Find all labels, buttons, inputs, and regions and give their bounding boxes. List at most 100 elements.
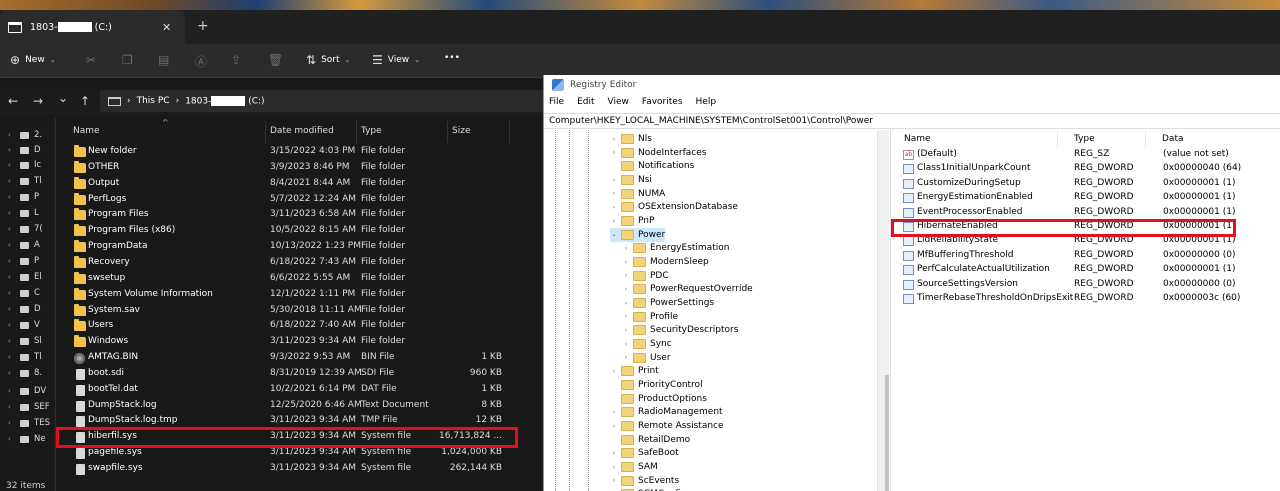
- chevron-right-icon[interactable]: ›: [622, 354, 630, 361]
- chevron-right-icon[interactable]: ›: [622, 313, 630, 320]
- chevron-right-icon[interactable]: ›: [8, 209, 11, 217]
- chevron-right-icon[interactable]: ›: [610, 177, 618, 184]
- chevron-right-icon[interactable]: ›: [610, 409, 618, 416]
- tree-node[interactable]: › Profile: [622, 310, 678, 324]
- back-arrow-icon[interactable]: ←: [8, 94, 18, 108]
- tree-node[interactable]: RetailDemo: [610, 433, 690, 447]
- menu-view[interactable]: View: [608, 97, 629, 111]
- menu-help[interactable]: Help: [696, 97, 717, 111]
- column-header-type[interactable]: Type: [1074, 134, 1095, 144]
- tree-node[interactable]: ProductOptions: [610, 392, 707, 406]
- sidebar-item[interactable]: › V: [8, 320, 40, 330]
- tree-node[interactable]: › OSExtensionDatabase: [610, 200, 738, 214]
- chevron-right-icon[interactable]: ›: [8, 435, 11, 443]
- tree-node[interactable]: › Print: [610, 364, 659, 378]
- chevron-right-icon[interactable]: ›: [8, 193, 11, 201]
- chevron-right-icon[interactable]: ›: [610, 190, 618, 197]
- breadcrumb[interactable]: › This PC › 1803- (C:): [100, 90, 545, 112]
- sidebar-item[interactable]: › Ic: [8, 160, 41, 170]
- chevron-right-icon[interactable]: ›: [8, 177, 11, 185]
- chevron-right-icon[interactable]: ›: [610, 204, 618, 211]
- registry-value-row[interactable]: EnergyEstimationEnabled REG_DWORD 0x000000…: [903, 191, 1280, 205]
- new-tab-button[interactable]: +: [197, 18, 209, 34]
- registry-value-row[interactable]: MfBufferingThreshold REG_DWORD 0x00000000 …: [903, 249, 1280, 263]
- chevron-down-icon[interactable]: ⌄: [610, 231, 618, 238]
- chevron-right-icon[interactable]: ›: [610, 450, 618, 457]
- tree-node[interactable]: › ModernSleep: [622, 255, 709, 269]
- file-row[interactable]: ProgramData 10/13/2022 1:23 PM File folder: [70, 239, 530, 255]
- chevron-right-icon[interactable]: ›: [8, 241, 11, 249]
- close-tab-icon[interactable]: ✕: [162, 21, 171, 34]
- column-divider[interactable]: [447, 121, 448, 143]
- more-options-button[interactable]: •••: [444, 53, 460, 63]
- registry-value-row[interactable]: Class1InitialUnparkCount REG_DWORD 0x00000…: [903, 162, 1280, 176]
- chevron-right-icon[interactable]: ›: [622, 300, 630, 307]
- registry-value-row[interactable]: SourceSettingsVersion REG_DWORD 0x00000000…: [903, 278, 1280, 292]
- tree-node[interactable]: › PowerRequestOverride: [622, 282, 753, 296]
- tree-node[interactable]: › SecurityDescriptors: [622, 323, 738, 337]
- file-row[interactable]: System Volume Information 12/1/2022 1:11 …: [70, 287, 530, 303]
- chevron-right-icon[interactable]: ›: [610, 464, 618, 471]
- up-arrow-icon[interactable]: ↑: [80, 94, 90, 108]
- tree-node[interactable]: › RadioManagement: [610, 405, 723, 419]
- chevron-right-icon[interactable]: ›: [622, 259, 630, 266]
- column-header-data[interactable]: Data: [1162, 134, 1184, 144]
- tree-node[interactable]: › NodeInterfaces: [610, 146, 706, 160]
- column-divider[interactable]: [1145, 132, 1146, 148]
- sidebar-item[interactable]: › P: [8, 192, 39, 202]
- sidebar-item[interactable]: › 2.: [8, 130, 42, 140]
- column-divider[interactable]: [265, 121, 266, 143]
- tree-node[interactable]: › Sync: [622, 337, 672, 351]
- file-row[interactable]: DumpStack.log 12/25/2020 6:46 AM Text Docu…: [70, 398, 530, 414]
- sidebar-item[interactable]: › D: [8, 145, 41, 155]
- tree-node[interactable]: › Remote Assistance: [610, 419, 724, 433]
- sidebar-item[interactable]: › Tl: [8, 352, 42, 362]
- menu-favorites[interactable]: Favorites: [642, 97, 683, 111]
- file-row[interactable]: Output 8/4/2021 8:44 AM File folder: [70, 176, 530, 192]
- tree-node[interactable]: › EnergyEstimation: [622, 241, 729, 255]
- sidebar-item[interactable]: › SEF: [8, 402, 50, 412]
- sidebar-item[interactable]: › D: [8, 304, 41, 314]
- menu-file[interactable]: File: [549, 97, 564, 111]
- chevron-right-icon[interactable]: ›: [622, 327, 630, 334]
- file-row[interactable]: System.sav 5/30/2018 11:11 AM File folder: [70, 303, 530, 319]
- sidebar-item[interactable]: › 7(: [8, 224, 43, 234]
- registry-value-row[interactable]: EventProcessorEnabled REG_DWORD 0x00000001…: [903, 206, 1280, 220]
- share-button[interactable]: ⇪: [231, 53, 241, 67]
- breadcrumb-drive[interactable]: 1803- (C:): [185, 95, 265, 106]
- tree-node[interactable]: SCMConfig: [610, 487, 687, 491]
- sort-button[interactable]: ⇅ Sort ⌄: [306, 53, 350, 67]
- file-row[interactable]: PerfLogs 5/7/2022 12:24 AM File folder: [70, 192, 530, 208]
- new-button[interactable]: ⊕ New ⌄: [10, 53, 56, 67]
- file-row[interactable]: bootTel.dat 10/2/2021 6:14 PM DAT File 1 KB: [70, 382, 530, 398]
- chevron-right-icon[interactable]: ›: [8, 387, 11, 395]
- chevron-right-icon[interactable]: ›: [610, 477, 618, 484]
- sidebar-item[interactable]: › C: [8, 288, 40, 298]
- tree-node[interactable]: Notifications: [610, 159, 694, 173]
- chevron-right-icon[interactable]: ›: [8, 289, 11, 297]
- chevron-right-icon[interactable]: ›: [610, 368, 618, 375]
- column-divider[interactable]: [356, 121, 357, 143]
- registry-value-row[interactable]: CustomizeDuringSetup REG_DWORD 0x00000001 …: [903, 177, 1280, 191]
- chevron-right-icon[interactable]: ›: [8, 321, 11, 329]
- tree-node[interactable]: › PDC: [622, 269, 669, 283]
- file-row[interactable]: New folder 3/15/2022 4:03 PM File folder: [70, 144, 530, 160]
- column-divider[interactable]: [509, 121, 510, 143]
- chevron-right-icon[interactable]: ›: [610, 423, 618, 430]
- tree-node[interactable]: › Nsi: [610, 173, 652, 187]
- column-header-size[interactable]: Size: [452, 126, 470, 136]
- file-row[interactable]: Program Files 3/11/2023 6:58 AM File folde…: [70, 207, 530, 223]
- chevron-right-icon[interactable]: ›: [8, 419, 11, 427]
- sidebar-item[interactable]: › A: [8, 240, 40, 250]
- chevron-right-icon[interactable]: ›: [8, 305, 11, 313]
- sidebar-item[interactable]: › Tl: [8, 176, 42, 186]
- tree-node[interactable]: › PnP: [610, 214, 654, 228]
- file-row[interactable]: Recovery 6/18/2022 7:43 AM File folder: [70, 255, 530, 271]
- cut-button[interactable]: ✂: [86, 53, 96, 67]
- sidebar-item[interactable]: › L: [8, 208, 39, 218]
- tree-node[interactable]: › NUMA: [610, 187, 665, 201]
- column-header-name[interactable]: Name: [73, 126, 100, 136]
- tree-node[interactable]: › PowerSettings: [622, 296, 714, 310]
- tree-node[interactable]: › Nls: [610, 132, 652, 146]
- chevron-right-icon[interactable]: ›: [622, 245, 630, 252]
